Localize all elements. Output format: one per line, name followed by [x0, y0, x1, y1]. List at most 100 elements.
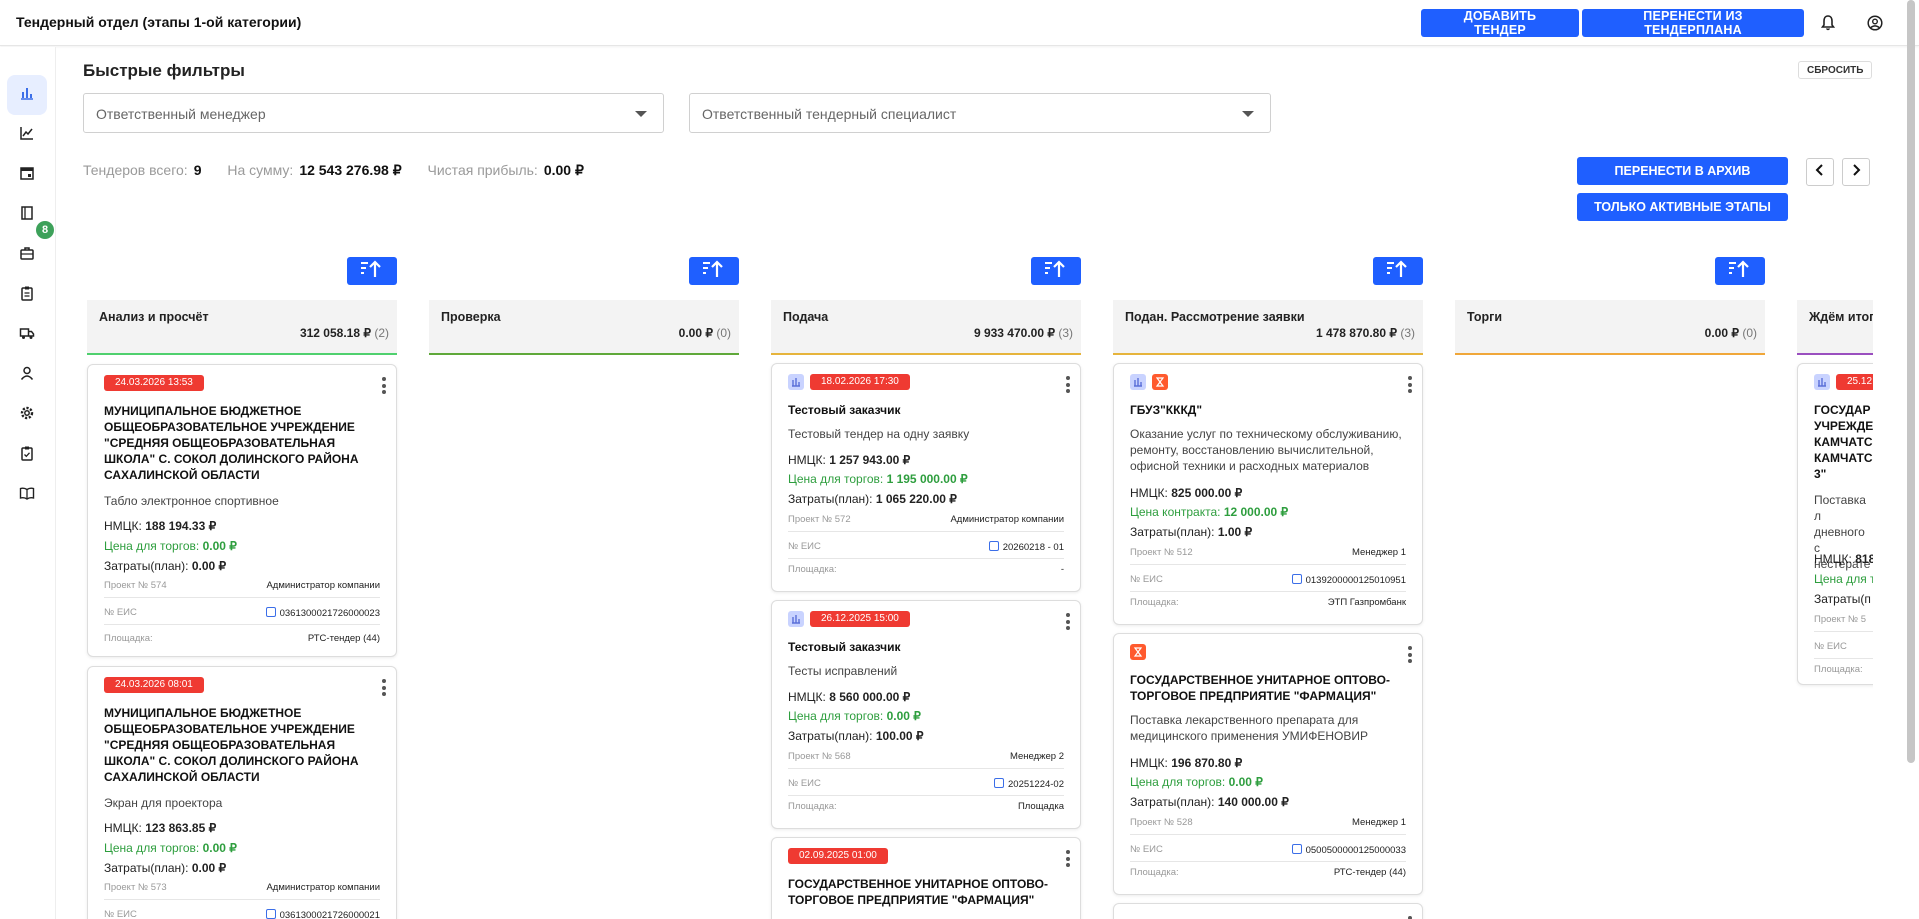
- active-stages-button[interactable]: ТОЛЬКО АКТИВНЫЕ ЭТАПЫ: [1577, 193, 1788, 221]
- document-icon: [988, 541, 999, 551]
- tender-card[interactable]: 02.09.2025 01:00 ГОСУДАРСТВЕННОЕ УНИТАРН…: [771, 837, 1081, 919]
- column-header: Подача 9 933 470.00 ₽ (3): [771, 300, 1081, 355]
- column-sum: 0.00 ₽ (0): [1704, 326, 1757, 340]
- column-name: Торги: [1467, 310, 1503, 324]
- tender-card[interactable]: 18.02.2026 17:30 Тестовый заказчик Тесто…: [771, 363, 1081, 592]
- customer-name: ГОСУДАРСТВЕННОЕ УНИТАРНОЕ ОПТОВО-ТОРГОВО…: [788, 877, 1048, 907]
- price-row: Цена для торгов: 1 195 000.00 ₽: [788, 472, 968, 486]
- tender-card[interactable]: ГБУЗ"КККД" Оказание услуг по техническом…: [1113, 363, 1423, 625]
- sidebar-item-documents[interactable]: 8: [7, 195, 54, 239]
- cost-row: Затраты(п: [1814, 592, 1871, 606]
- sum-label: На сумму:: [227, 162, 294, 178]
- more-vert-icon[interactable]: [1066, 850, 1070, 870]
- sort-button[interactable]: [1373, 257, 1423, 285]
- eis-row: № ЕИС 20251224-02: [788, 778, 1064, 796]
- column-sum: 9 933 470.00 ₽ (3): [973, 326, 1073, 340]
- building-icon: [788, 611, 804, 627]
- sidebar-item-knowledge[interactable]: [7, 475, 47, 515]
- sidebar-item-settings[interactable]: [7, 395, 47, 435]
- tender-subject: Тестовый тендер на одну заявку: [788, 427, 970, 441]
- add-tender-button[interactable]: ДОБАВИТЬ ТЕНДЕР: [1421, 9, 1579, 37]
- customer-name: МУНИЦИПАЛЬНОЕ БЮДЖЕТНОЕ ОБЩЕОБРАЗОВАТЕЛЬ…: [104, 404, 359, 482]
- more-vert-icon[interactable]: [1408, 646, 1412, 666]
- sidebar-item-reports[interactable]: [7, 435, 47, 475]
- column-name: Анализ и просчёт: [99, 310, 209, 324]
- archive-button[interactable]: ПЕРЕНЕСТИ В АРХИВ: [1577, 157, 1788, 185]
- clipboard-check-icon: [19, 445, 35, 466]
- eis-row: № ЕИС 0500500000125000033: [1130, 844, 1406, 862]
- document-icon: [994, 778, 1004, 788]
- clipboard-icon: [19, 285, 35, 306]
- chart-bar-icon: [19, 85, 35, 106]
- nmck-row: НМЦК: 196 870.80 ₽: [1130, 756, 1243, 770]
- sidebar-item-dynamics[interactable]: [7, 115, 47, 155]
- nmck-row: НМЦК: 818: [1814, 552, 1873, 566]
- column-header: Торги 0.00 ₽ (0): [1455, 300, 1765, 355]
- column-header: Ждём итогов: [1797, 300, 1873, 355]
- tender-card[interactable]: [1113, 903, 1423, 919]
- cost-row: Затраты(план): 0.00 ₽: [104, 559, 227, 573]
- sort-icon: [359, 259, 385, 283]
- sidebar-item-analytics[interactable]: [7, 75, 47, 115]
- sidebar-item-delivery[interactable]: [7, 315, 47, 355]
- platform-row: Площадка: Площадка: [788, 801, 1064, 812]
- sidebar-item-calendar[interactable]: [7, 155, 47, 195]
- sidebar-item-users[interactable]: [7, 355, 47, 395]
- open-book-icon: [19, 485, 35, 506]
- sort-button[interactable]: [1031, 257, 1081, 285]
- tender-subject: Поставка лекарственного препарата для ме…: [1130, 713, 1369, 743]
- more-vert-icon[interactable]: [382, 377, 386, 397]
- tender-subject: Экран для проектора: [104, 796, 223, 810]
- customer-name: МУНИЦИПАЛЬНОЕ БЮДЖЕТНОЕ ОБЩЕОБРАЗОВАТЕЛЬ…: [104, 706, 359, 784]
- briefcase-icon: [19, 245, 35, 266]
- move-from-plan-button[interactable]: ПЕРЕНЕСТИ ИЗ ТЕНДЕРПЛАНА: [1582, 9, 1804, 37]
- profit-label: Чистая прибыль:: [427, 162, 538, 178]
- sort-button[interactable]: [1715, 257, 1765, 285]
- column-awaiting-results: Ждём итогов 25.12 ГОСУДАР УЧРЕЖДЕ КАМЧАТ…: [1793, 250, 1873, 919]
- more-vert-icon[interactable]: [1066, 376, 1070, 396]
- tender-subject: Табло электронное спортивное: [104, 494, 279, 508]
- tender-card[interactable]: 24.03.2026 08:01 МУНИЦИПАЛЬНОЕ БЮДЖЕТНОЕ…: [87, 666, 397, 919]
- sidebar-item-portfolio[interactable]: [7, 235, 47, 275]
- manager-select[interactable]: Ответственный менеджер: [83, 93, 664, 133]
- building-icon: [788, 374, 804, 390]
- reset-filters-button[interactable]: СБРОСИТЬ: [1798, 61, 1873, 79]
- column-name: Ждём итогов: [1809, 310, 1873, 324]
- column-name: Проверка: [441, 310, 501, 324]
- tender-card[interactable]: 24.03.2026 13:53 МУНИЦИПАЛЬНОЕ БЮДЖЕТНОЕ…: [87, 364, 397, 657]
- gear-icon: [19, 405, 35, 426]
- price-row: Цена для торгов: 0.00 ₽: [1130, 775, 1263, 789]
- deadline-badge: 02.09.2025 01:00: [788, 848, 888, 864]
- price-row: Цена контракта: 12 000.00 ₽: [1130, 505, 1289, 519]
- more-vert-icon[interactable]: [382, 679, 386, 699]
- price-row: Цена для торгов: 0.00 ₽: [788, 709, 921, 723]
- more-vert-icon[interactable]: [1408, 376, 1412, 396]
- scroll-left-button[interactable]: [1806, 158, 1834, 186]
- sidebar-item-tasks[interactable]: [7, 275, 47, 315]
- project-row: Проект № 568 Менеджер 2: [788, 751, 1064, 769]
- specialist-select[interactable]: Ответственный тендерный специалист: [689, 93, 1271, 133]
- document-icon: [1291, 574, 1302, 584]
- nmck-row: НМЦК: 8 560 000.00 ₽: [788, 690, 911, 704]
- project-row: Проект № 528 Менеджер 1: [1130, 817, 1406, 835]
- project-row: Проект № 573 Администратор компании: [104, 882, 380, 900]
- nmck-row: НМЦК: 825 000.00 ₽: [1130, 486, 1243, 500]
- sort-button[interactable]: [689, 257, 739, 285]
- tender-card[interactable]: ГОСУДАРСТВЕННОЕ УНИТАРНОЕ ОПТОВО-ТОРГОВО…: [1113, 633, 1423, 895]
- customer-name: Тестовый заказчик: [788, 640, 901, 654]
- document-icon: [265, 909, 276, 919]
- vertical-scrollbar[interactable]: [1907, 0, 1915, 763]
- column-sum: 1 478 870.80 ₽ (3): [1315, 326, 1415, 340]
- customer-name: ГОСУДАР УЧРЕЖДЕ КАМЧАТС КАМЧАТС 3": [1814, 403, 1873, 481]
- cost-row: Затраты(план): 0.00 ₽: [104, 861, 227, 875]
- account-icon[interactable]: [1863, 11, 1887, 35]
- bell-icon[interactable]: [1816, 11, 1840, 35]
- sort-button[interactable]: [347, 257, 397, 285]
- platform-row: Площадка:: [1814, 664, 1863, 675]
- tender-card[interactable]: 26.12.2025 15:00 Тестовый заказчик Тесты…: [771, 600, 1081, 829]
- tender-card[interactable]: 25.12 ГОСУДАР УЧРЕЖДЕ КАМЧАТС КАМЧАТС 3"…: [1797, 363, 1873, 685]
- chevron-left-icon: [1815, 163, 1825, 181]
- more-vert-icon[interactable]: [1066, 613, 1070, 633]
- scroll-right-button[interactable]: [1842, 158, 1870, 186]
- eis-row: № ЕИС 0139200000125010951: [1130, 574, 1406, 592]
